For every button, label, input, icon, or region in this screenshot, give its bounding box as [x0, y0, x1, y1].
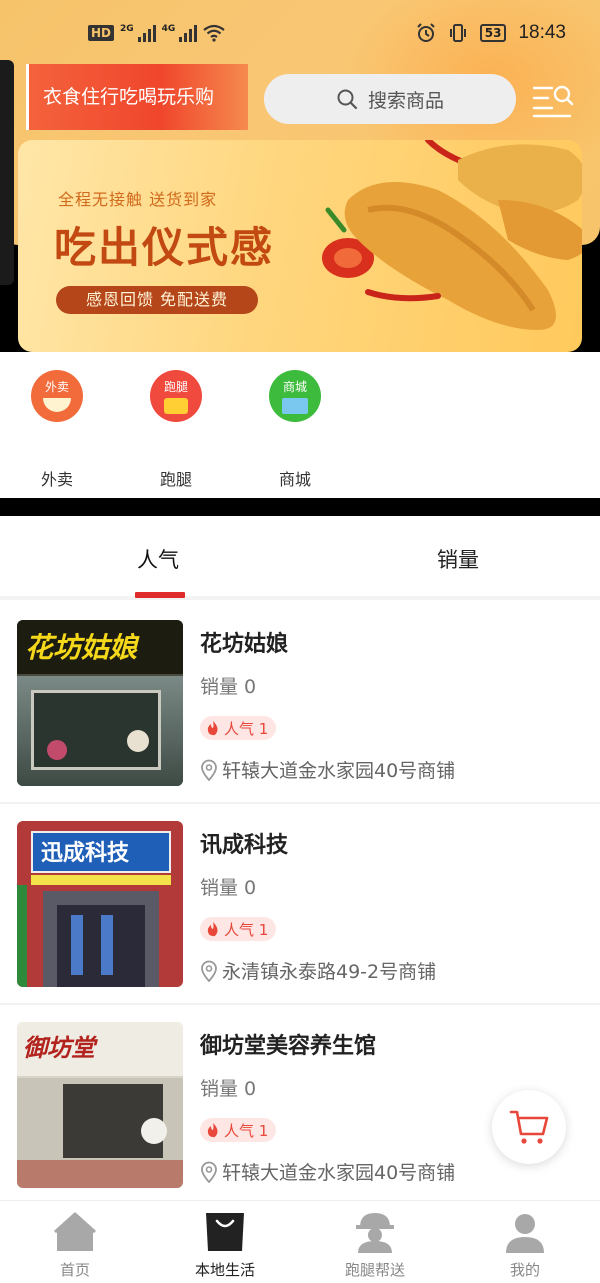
- filter-search-icon[interactable]: [530, 80, 574, 120]
- home-icon: [53, 1212, 97, 1251]
- popularity-badge: 人气 1: [200, 917, 277, 941]
- store-address: 轩辕大道金水家园40号商铺: [200, 756, 455, 783]
- banner-pill: 感恩回馈 免配送费: [56, 286, 258, 314]
- shopping-bag-icon: [206, 1213, 244, 1251]
- takeout-icon: 外卖: [31, 370, 83, 422]
- alarm-icon: [417, 23, 435, 42]
- category-label: 跑腿: [159, 470, 192, 489]
- store-sign-text: 花坊姑娘: [25, 631, 138, 664]
- popularity-text: 人气 1: [224, 920, 269, 939]
- signal-icon: [137, 24, 156, 42]
- vibrate-icon: [449, 24, 466, 42]
- fire-icon: [207, 1123, 218, 1138]
- nav-label: 本地生活: [194, 1261, 255, 1279]
- user-icon: [506, 1214, 544, 1253]
- cart-icon: [509, 1110, 549, 1144]
- tab-sales[interactable]: 销量: [437, 544, 479, 574]
- promo-banner[interactable]: 全程无接触 送货到家 吃出仪式感 感恩回馈 免配送费: [18, 140, 582, 352]
- nav-profile[interactable]: 我的: [465, 1207, 585, 1280]
- store-photo: 迅成科技: [17, 821, 183, 987]
- nav-label: 首页: [59, 1261, 90, 1279]
- net-type-2: 4G: [161, 24, 176, 34]
- store-sign-text: 迅成科技: [41, 841, 130, 866]
- network-indicators: HD 2G 4G: [88, 24, 226, 42]
- active-tab-indicator: [135, 592, 185, 598]
- chicken-wings-image: [322, 140, 582, 330]
- category-row: 外卖 外卖 跑腿 跑腿 商城 商城: [0, 352, 600, 498]
- status-bar: HD 2G 4G 53 18:43: [0, 0, 600, 66]
- bottom-navigation: 首页 本地生活 跑腿帮送 我的: [0, 1200, 600, 1283]
- nav-label: 我的: [509, 1261, 540, 1279]
- store-sales: 销量 0: [200, 877, 257, 899]
- popularity-text: 人气 1: [224, 719, 269, 738]
- store-name: 讯成科技: [200, 833, 289, 858]
- mall-icon: 商城: [269, 370, 321, 422]
- search-bar[interactable]: 搜索商品: [264, 74, 516, 124]
- category-takeout[interactable]: 外卖 外卖: [17, 370, 97, 490]
- search-placeholder: 搜索商品: [367, 89, 444, 112]
- address-text: 轩辕大道金水家园40号商铺: [222, 760, 456, 782]
- store-name: 花坊姑娘: [200, 632, 289, 657]
- location-pin-icon: [201, 960, 217, 982]
- errand-icon: 跑腿: [150, 370, 202, 422]
- search-icon: [337, 89, 358, 110]
- courier-icon: [356, 1213, 394, 1253]
- cart-button[interactable]: [492, 1090, 566, 1164]
- store-address: 轩辕大道金水家园40号商铺: [200, 1158, 455, 1185]
- tab-popularity[interactable]: 人气: [137, 544, 179, 574]
- battery-icon: 53: [479, 24, 507, 42]
- category-errand[interactable]: 跑腿 跑腿: [136, 370, 216, 490]
- sort-tabs: 人气 销量: [0, 516, 600, 600]
- wifi-icon: [203, 24, 226, 42]
- category-badge: 外卖: [44, 380, 69, 394]
- address-text: 永清镇永泰路49-2号商铺: [222, 961, 437, 983]
- address-text: 轩辕大道金水家园40号商铺: [222, 1162, 456, 1184]
- category-label: 外卖: [40, 470, 73, 489]
- category-mall[interactable]: 商城 商城: [255, 370, 335, 490]
- store-item[interactable]: 迅成科技 讯成科技 销量 0 人气 1 永清镇永泰路49-2号商铺: [0, 805, 600, 1005]
- store-name: 御坊堂美容养生馆: [200, 1034, 377, 1059]
- banner-subtitle: 全程无接触 送货到家: [58, 190, 218, 209]
- fire-icon: [207, 922, 218, 937]
- category-badge: 商城: [282, 380, 307, 394]
- nav-errand[interactable]: 跑腿帮送: [315, 1207, 435, 1280]
- location-pin-icon: [201, 759, 217, 781]
- store-sales: 销量 0: [200, 1078, 257, 1100]
- side-handle: [0, 60, 14, 285]
- store-photo: 花坊姑娘: [17, 620, 183, 786]
- popularity-text: 人气 1: [224, 1121, 269, 1140]
- nav-local-life[interactable]: 本地生活: [165, 1207, 285, 1280]
- signal-icon: [179, 24, 198, 42]
- nav-home[interactable]: 首页: [15, 1207, 135, 1280]
- slogan-banner: 衣食住行吃喝玩乐购: [26, 64, 248, 130]
- popularity-badge: 人气 1: [200, 1118, 277, 1142]
- clock: 18:43: [518, 22, 566, 43]
- store-photo: 御坊堂: [17, 1022, 183, 1188]
- store-sign-text: 御坊堂: [23, 1033, 95, 1062]
- net-type-1: 2G: [120, 24, 134, 34]
- category-label: 商城: [278, 470, 311, 489]
- hd-badge: HD: [88, 25, 115, 41]
- system-indicators: 53 18:43: [416, 22, 566, 44]
- store-address: 永清镇永泰路49-2号商铺: [200, 957, 436, 984]
- fire-icon: [207, 721, 218, 736]
- popularity-badge: 人气 1: [200, 716, 277, 740]
- banner-title: 吃出仪式感: [54, 223, 275, 272]
- nav-label: 跑腿帮送: [344, 1261, 405, 1279]
- location-pin-icon: [201, 1161, 217, 1183]
- category-badge: 跑腿: [163, 380, 188, 394]
- store-sales: 销量 0: [200, 676, 257, 698]
- store-item[interactable]: 花坊姑娘 花坊姑娘 销量 0 人气 1 轩辕大道金水家园40号商铺: [0, 604, 600, 804]
